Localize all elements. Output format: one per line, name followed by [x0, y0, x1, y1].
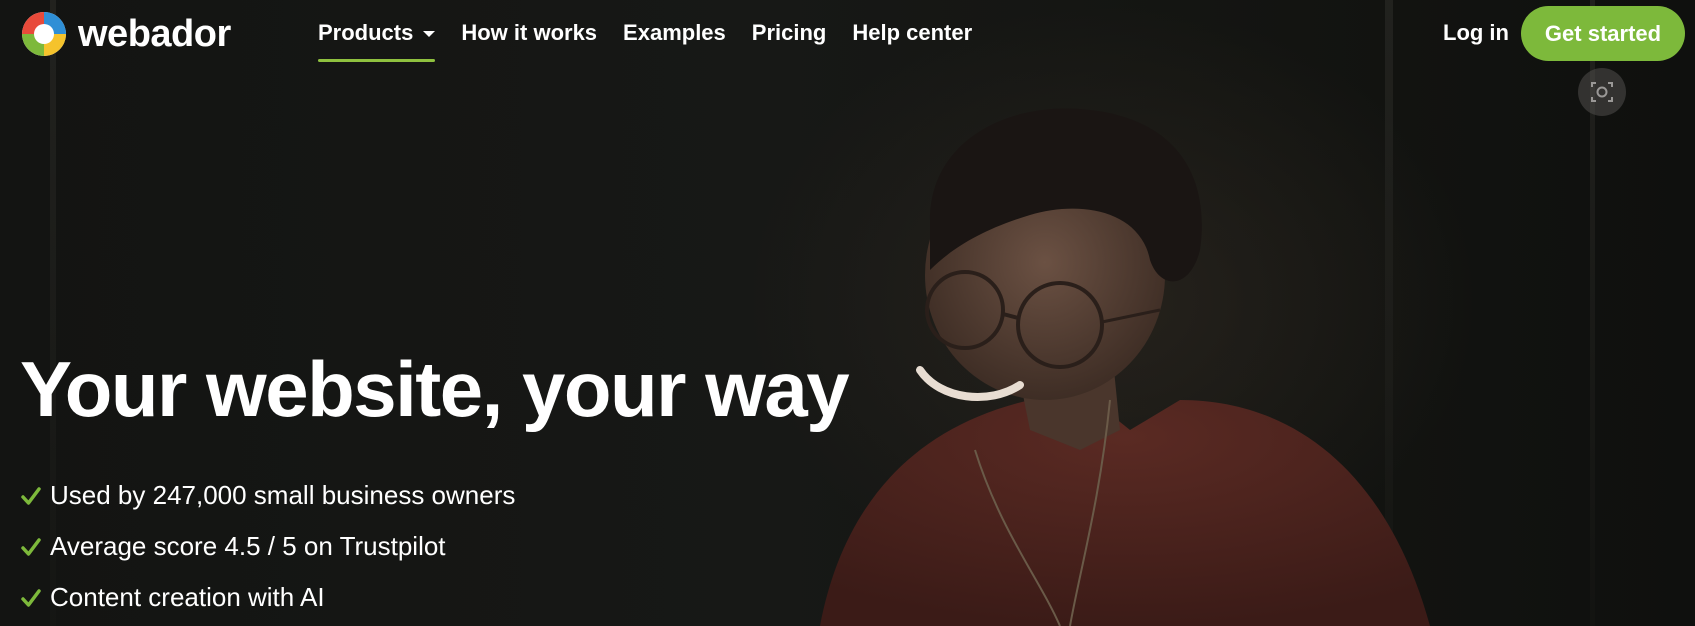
- checkmark-icon: [21, 537, 41, 556]
- get-started-button[interactable]: Get started: [1521, 6, 1685, 61]
- main-nav: Products How it works Examples Pricing H…: [318, 20, 985, 62]
- nav-item-label: Pricing: [751, 20, 827, 45]
- feature-text: Average score 4.5 / 5 on Trustpilot: [50, 531, 446, 561]
- nav-item-products[interactable]: Products: [318, 20, 448, 62]
- checkmark-icon: [21, 486, 41, 505]
- feature-text: Content creation with AI: [50, 582, 325, 612]
- nav-item-label: Help center: [852, 20, 973, 45]
- brand-logo[interactable]: webador: [20, 10, 231, 58]
- feature-list: Used by 247,000 small business owners Av…: [20, 470, 515, 623]
- nav-item-pricing[interactable]: Pricing: [739, 20, 840, 62]
- feature-item: Average score 4.5 / 5 on Trustpilot: [20, 521, 515, 572]
- login-link[interactable]: Log in: [1443, 20, 1509, 46]
- hero-photo: [820, 108, 1430, 626]
- brand-name: webador: [78, 12, 231, 55]
- webador-logo-icon: [22, 12, 66, 56]
- visual-search-button[interactable]: [1578, 68, 1626, 116]
- chevron-down-icon: [423, 31, 436, 37]
- nav-item-help-center[interactable]: Help center: [839, 20, 985, 62]
- top-navigation: webador Products How it works Examples P…: [0, 0, 1695, 68]
- hero-section: webador Products How it works Examples P…: [0, 0, 1695, 626]
- feature-item: Used by 247,000 small business owners: [20, 470, 515, 521]
- visual-search-icon: [1591, 82, 1613, 102]
- hero-headline: Your website, your way: [20, 345, 850, 433]
- nav-item-how-it-works[interactable]: How it works: [448, 20, 610, 62]
- nav-item-label: Examples: [623, 20, 726, 45]
- nav-item-label: Products: [318, 20, 414, 45]
- nav-item-label: How it works: [461, 20, 598, 45]
- feature-item: Content creation with AI: [20, 572, 515, 623]
- feature-text: Used by 247,000 small business owners: [50, 480, 516, 510]
- nav-item-examples[interactable]: Examples: [610, 20, 739, 62]
- checkmark-icon: [21, 588, 41, 607]
